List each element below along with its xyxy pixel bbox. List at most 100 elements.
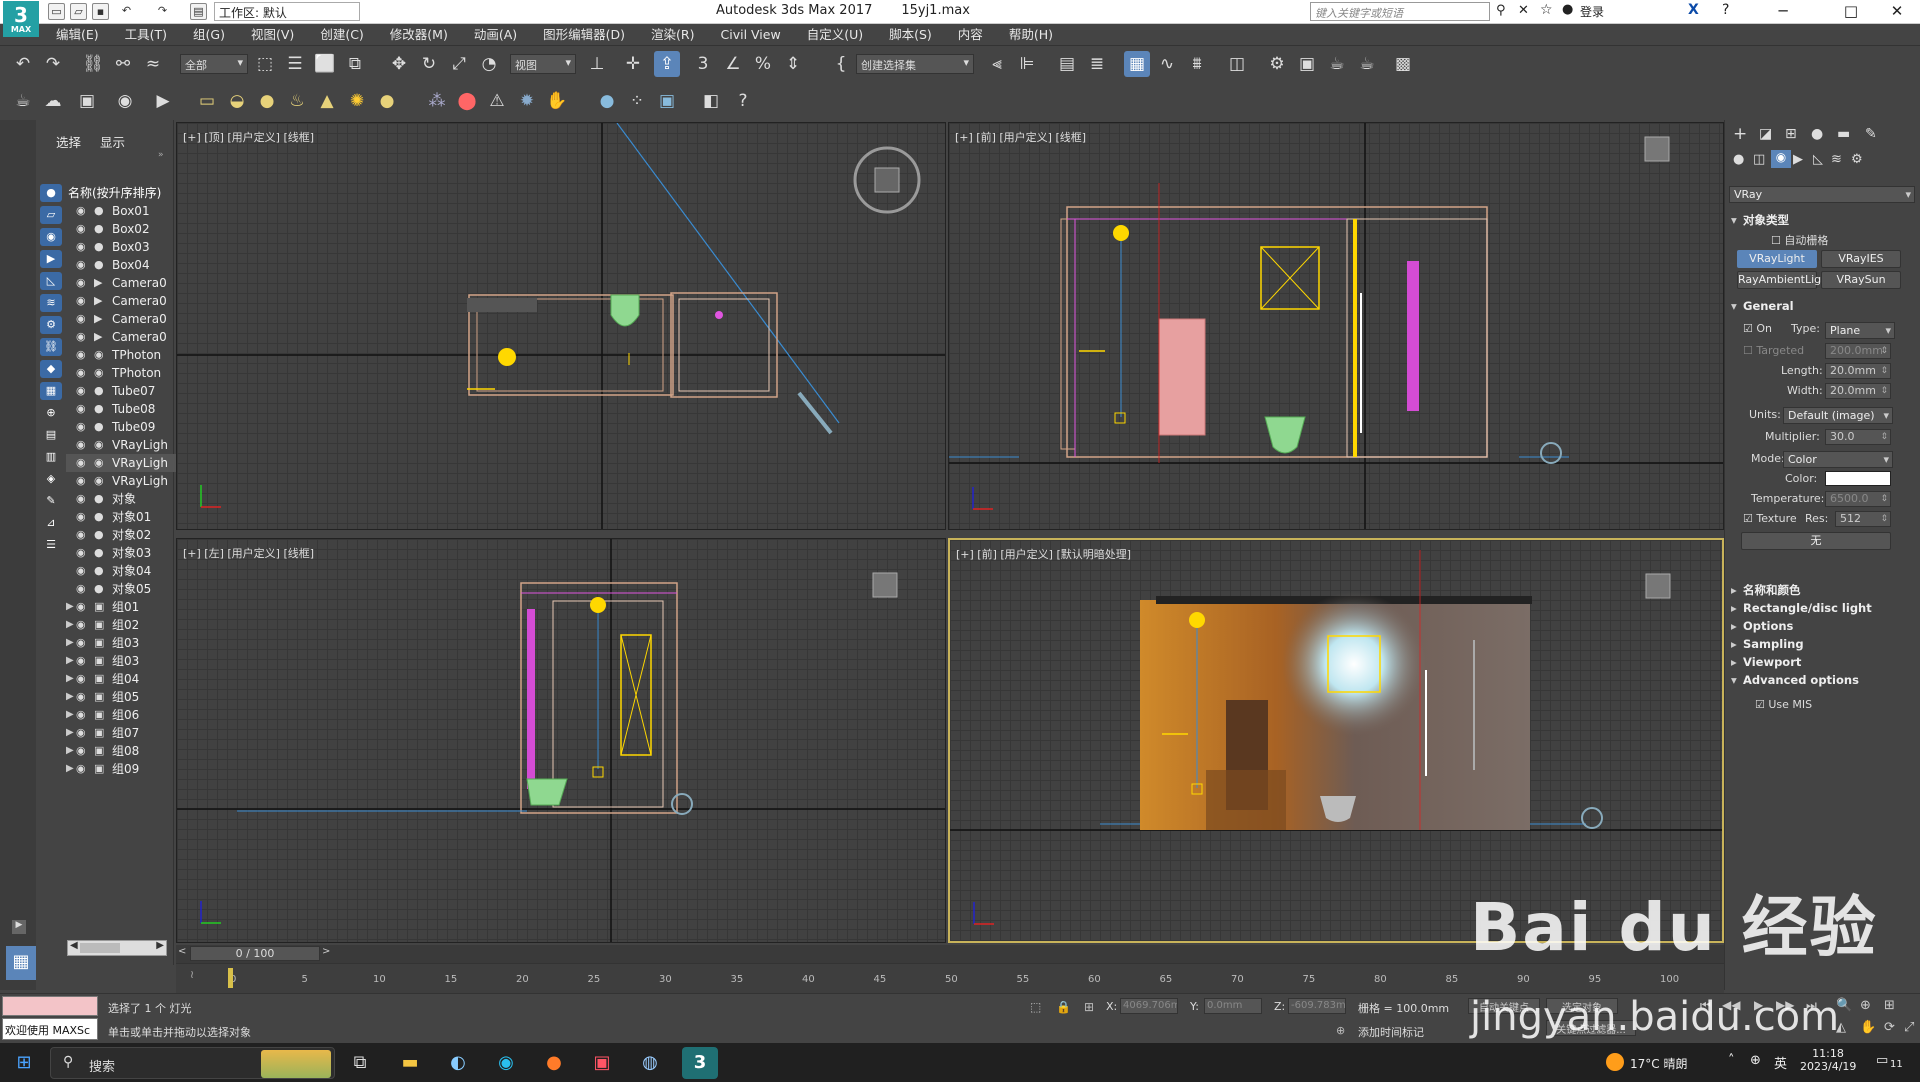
selection-filter-dropdown[interactable]: 全部 [180, 54, 248, 74]
visibility-eye-icon[interactable]: ◉ [76, 760, 86, 778]
create-tab-icon[interactable]: + [1733, 124, 1747, 144]
keyboard-shortcut-icon[interactable]: ⇪ [654, 51, 680, 77]
visibility-eye-icon[interactable]: ◉ [76, 364, 86, 382]
abs-mode-icon[interactable]: ⊞ [1084, 1000, 1094, 1014]
res-spinner[interactable]: 512 [1835, 511, 1891, 527]
geometry-icon[interactable]: ● [1733, 152, 1744, 167]
render-icon[interactable]: ☕ [1324, 51, 1350, 77]
viewport-label[interactable]: [+] [前] [用户定义] [线框] [955, 129, 1086, 145]
named-selection-dropdown[interactable]: 创建选择集 [856, 54, 974, 74]
filter-icon[interactable]: ⊕ [40, 404, 62, 422]
taskbar-search[interactable]: ⚲ 搜索 [50, 1047, 335, 1079]
visibility-eye-icon[interactable]: ◉ [76, 580, 86, 598]
user-icon[interactable]: ● [1562, 2, 1573, 17]
visibility-eye-icon[interactable]: ◉ [76, 202, 86, 220]
select-by-name-icon[interactable]: ☰ [282, 51, 308, 77]
menu-item[interactable]: 帮助(H) [1009, 24, 1053, 46]
width-spinner[interactable]: 20.0mm [1825, 383, 1891, 399]
viewport-label[interactable]: [+] [前] [用户定义] [默认明暗处理] [956, 546, 1131, 562]
viewport-top[interactable]: [+] [顶] [用户定义] [线框] [176, 122, 946, 530]
vraylight-button[interactable]: VRayLight [1737, 250, 1817, 268]
visibility-eye-icon[interactable]: ◉ [76, 292, 86, 310]
minimize-button[interactable]: ─ [1760, 0, 1806, 24]
angle-snap-icon[interactable]: ∠ [720, 51, 746, 77]
expand-arrow-icon[interactable]: ▶ [66, 598, 74, 616]
menu-item[interactable]: 内容 [958, 24, 983, 46]
lock-icon[interactable]: 🔒 [1056, 1000, 1071, 1014]
undo-icon[interactable]: ↶ [10, 51, 36, 77]
x-coord-field[interactable]: 4069.706m [1120, 998, 1178, 1014]
vray-sun-icon[interactable]: ✺ [344, 88, 370, 114]
time-tag-icon[interactable]: ⊕ [1336, 1024, 1345, 1037]
vray-sky-icon[interactable]: ● [374, 88, 400, 114]
targeted-checkbox[interactable]: ☐ Targeted [1743, 344, 1804, 357]
rotate-icon[interactable]: ↻ [416, 51, 442, 77]
name-column-header[interactable]: 名称(按升序排序) [68, 184, 161, 201]
visibility-eye-icon[interactable]: ◉ [76, 418, 86, 436]
save-icon[interactable]: ▪ [92, 3, 109, 20]
network-icon[interactable]: ⊕ [1750, 1053, 1761, 1068]
percent-snap-icon[interactable]: % [750, 51, 776, 77]
filter-icon[interactable]: ▱ [40, 206, 62, 224]
next-frame-icon[interactable]: > [322, 946, 330, 957]
menu-item[interactable]: 动画(A) [474, 24, 517, 46]
zoom-all-icon[interactable]: ⊕ [1860, 998, 1871, 1013]
menu-item[interactable]: 工具(T) [125, 24, 167, 46]
maxscript-listener[interactable]: 欢迎使用 MAXSc [2, 1018, 98, 1040]
edit-named-sel-icon[interactable]: { [828, 51, 854, 77]
viewport-label[interactable]: [+] [左] [用户定义] [线框] [183, 545, 314, 561]
filter-icon[interactable]: ◉ [40, 228, 62, 246]
scale-icon[interactable]: ⤢ [446, 51, 472, 77]
visibility-eye-icon[interactable]: ◉ [76, 400, 86, 418]
add-time-tag[interactable]: 添加时间标记 [1358, 1024, 1424, 1040]
render-iterative-icon[interactable]: ☕ [1354, 51, 1380, 77]
cloud-icon[interactable]: ☁ [40, 88, 66, 114]
edge-icon[interactable]: ◉ [488, 1047, 524, 1079]
time-cursor[interactable] [228, 968, 233, 988]
filter-icon[interactable]: ● [40, 184, 62, 202]
motion-tab-icon[interactable]: ● [1811, 126, 1823, 142]
vray-frame-icon[interactable]: ▩ [1390, 51, 1416, 77]
filter-icon[interactable]: ◺ [40, 272, 62, 290]
camera-icon[interactable]: ▶ [150, 88, 176, 114]
notification-icon[interactable]: ▭ [1876, 1053, 1888, 1068]
file-explorer-icon[interactable]: ▬ [392, 1047, 428, 1079]
visibility-eye-icon[interactable]: ◉ [76, 490, 86, 508]
help-icon[interactable]: ? [1722, 2, 1729, 18]
scroll-left-icon[interactable]: ◀ [70, 940, 78, 951]
visibility-eye-icon[interactable]: ◉ [76, 454, 86, 472]
visibility-eye-icon[interactable]: ◉ [76, 742, 86, 760]
filter-icon[interactable]: ▦ [40, 382, 62, 400]
vray-sphere-icon[interactable]: ✹ [514, 88, 540, 114]
tray-chevron-icon[interactable]: ˄ [1728, 1053, 1735, 1068]
visibility-eye-icon[interactable]: ◉ [76, 670, 86, 688]
pan-icon[interactable]: ✋ [1860, 1020, 1876, 1035]
menu-item[interactable]: 自定义(U) [807, 24, 863, 46]
redo-icon[interactable]: ↷ [154, 3, 171, 20]
vray-dome-light-icon[interactable]: ◒ [224, 88, 250, 114]
filter-icon[interactable]: ⛓ [40, 338, 62, 356]
vray-proxy-icon[interactable]: ⬤ [454, 88, 480, 114]
app-icon-3[interactable]: ◍ [632, 1047, 668, 1079]
close-button[interactable]: ✕ [1874, 0, 1920, 24]
vray-tools-icon[interactable]: ◧ [698, 88, 724, 114]
rollout-header[interactable]: Advanced options [1729, 670, 1915, 690]
texture-checkbox[interactable]: ☑ Texture [1743, 512, 1797, 525]
filter-icon[interactable]: ▤ [40, 426, 62, 444]
filter-icon[interactable]: ✎ [40, 492, 62, 510]
rollout-header[interactable]: Sampling [1729, 634, 1915, 654]
link-icon[interactable]: ⛓ [80, 51, 106, 77]
vray-help-icon[interactable]: ? [730, 88, 756, 114]
filter-icon[interactable]: ☰ [40, 536, 62, 554]
weather-text[interactable]: 17°C 晴朗 [1630, 1055, 1687, 1072]
material-editor-icon[interactable]: ◫ [1224, 51, 1250, 77]
visibility-eye-icon[interactable]: ◉ [76, 310, 86, 328]
binoculars-icon[interactable]: ⚲ [1496, 3, 1506, 18]
visibility-eye-icon[interactable]: ◉ [76, 724, 86, 742]
vray-fur-icon[interactable]: ⁂ [424, 88, 450, 114]
maximize-button[interactable]: □ [1828, 0, 1874, 24]
maximize-viewport-icon[interactable]: ⤢ [1904, 1020, 1914, 1035]
visibility-eye-icon[interactable]: ◉ [76, 706, 86, 724]
spacewarps-icon[interactable]: ≋ [1831, 152, 1842, 167]
vray-sphere-light-icon[interactable]: ● [254, 88, 280, 114]
